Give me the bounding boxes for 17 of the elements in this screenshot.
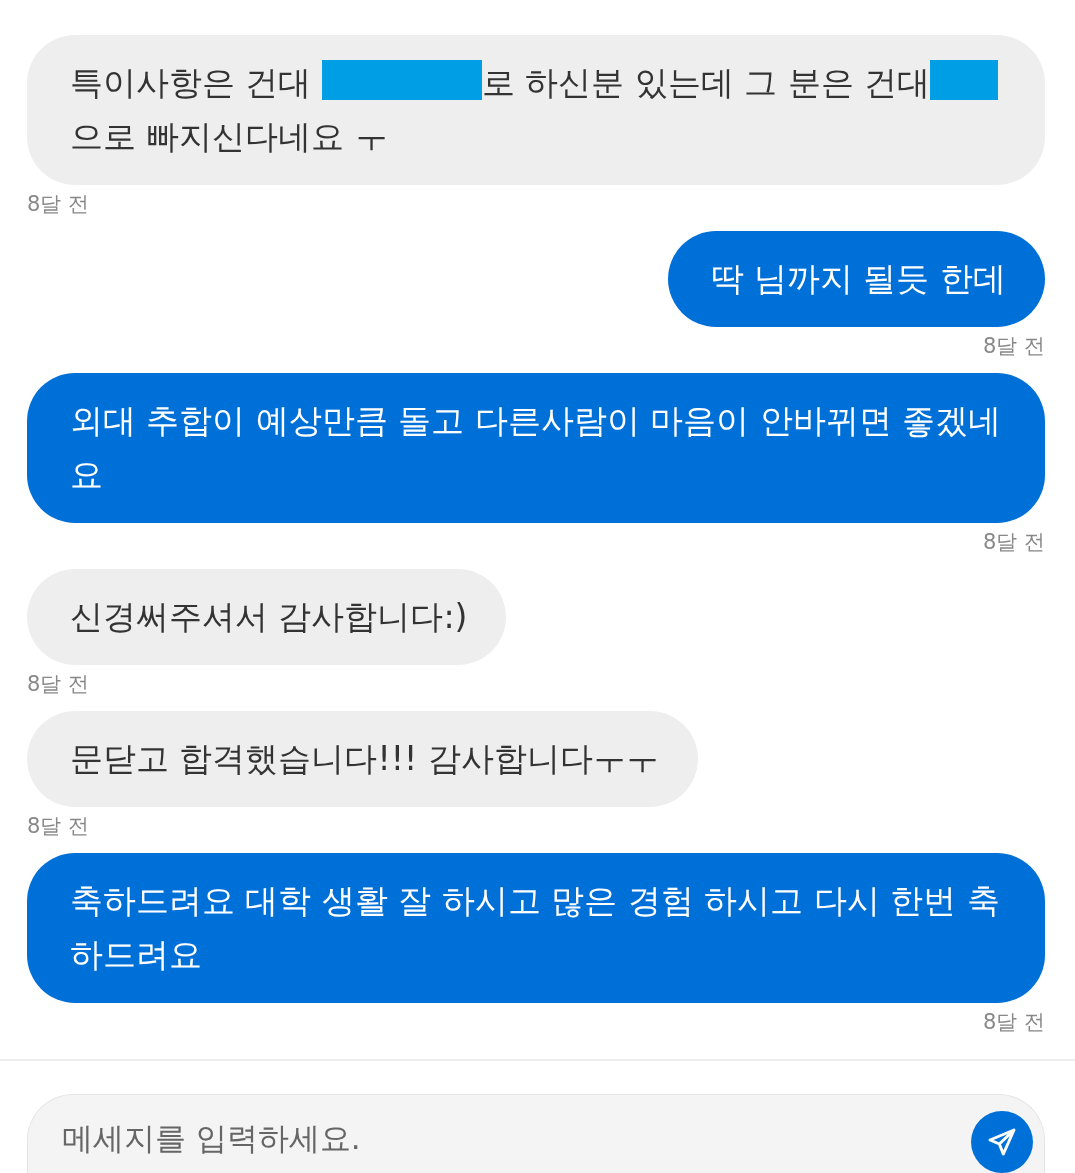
message-bubble: 신경써주셔서 감사합니다:) xyxy=(27,569,507,665)
timestamp: 8달 전 xyxy=(982,1009,1045,1036)
timestamp: 8달 전 xyxy=(27,813,90,840)
timestamp: 8달 전 xyxy=(27,671,90,698)
message-text: 특이사항은 건대 xyxy=(70,63,313,102)
timestamp: 8달 전 xyxy=(982,333,1045,360)
timestamp: 8달 전 xyxy=(982,529,1045,556)
message-bubble: 축하드려요 대학 생활 잘 하시고 많은 경험 하시고 다시 한번 축하드려요 xyxy=(27,853,1045,1003)
message-text: 으로 빠지신다네요 ㅜ xyxy=(70,117,388,156)
message-bubble: 딱 님까지 될듯 한데 xyxy=(667,231,1045,327)
timestamp: 8달 전 xyxy=(27,191,90,218)
message-text: 로 하신분 있는데 그 분은 건대 xyxy=(482,63,931,102)
message-bubble: 외대 추합이 예상만큼 돌고 다른사람이 마음이 안바뀌면 좋겠네요 xyxy=(27,373,1045,523)
message-bubble: 문닫고 합격했습니다!!! 감사합니다ㅜㅜ xyxy=(27,711,698,807)
redaction-block xyxy=(930,60,999,100)
message-input-field[interactable]: 메세지를 입력하세요. xyxy=(27,1094,1045,1173)
send-icon xyxy=(986,1126,1018,1158)
